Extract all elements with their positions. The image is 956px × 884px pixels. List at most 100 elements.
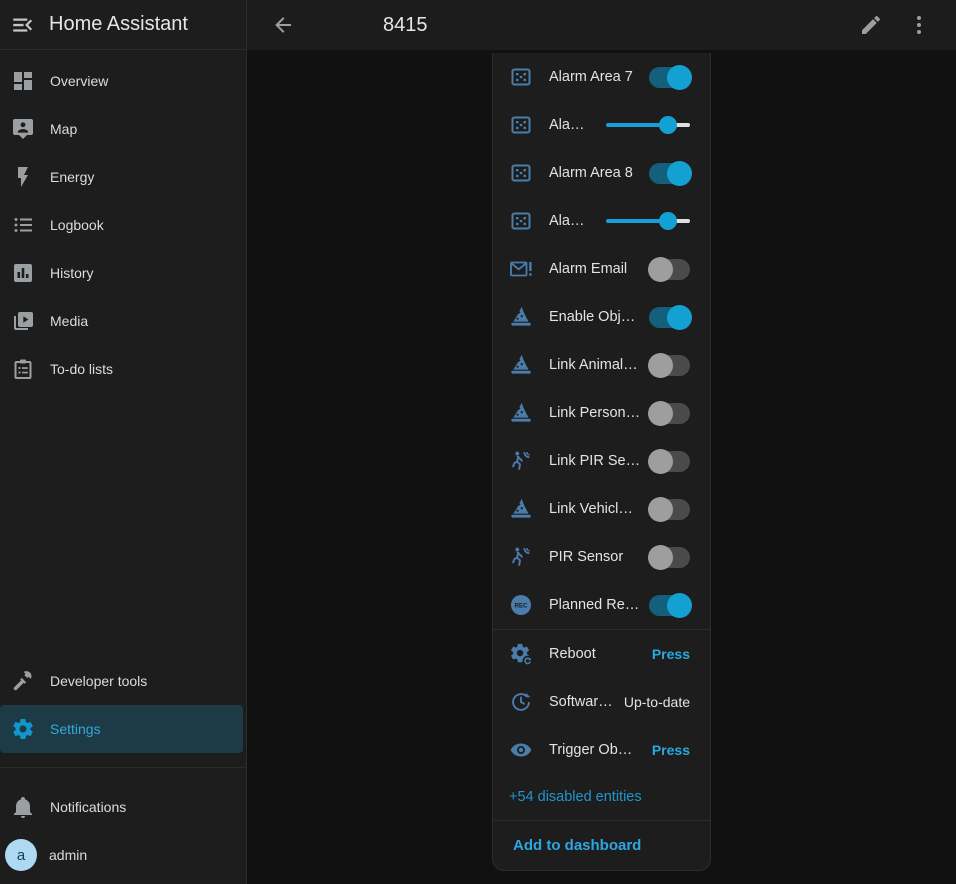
sidebar-item-to-do-lists[interactable]: To-do lists bbox=[0, 345, 246, 393]
sidebar-bottom-nav: Developer toolsSettings bbox=[0, 657, 246, 753]
entity-row-alarm-area-8[interactable]: Alarm Area 8 bbox=[493, 149, 710, 197]
pencil-icon bbox=[859, 13, 883, 37]
record-rec-icon: REC bbox=[509, 593, 533, 617]
toggle-knob bbox=[667, 161, 692, 186]
entity-label: Reboot bbox=[549, 646, 652, 662]
edit-button[interactable] bbox=[859, 13, 883, 37]
slider-thumb[interactable] bbox=[659, 116, 677, 134]
sidebar-item-label: Logbook bbox=[50, 217, 104, 233]
entity-label: Planned Re… bbox=[549, 597, 649, 613]
toggle-switch[interactable] bbox=[649, 595, 690, 616]
sidebar-item-logbook[interactable]: Logbook bbox=[0, 201, 246, 249]
toggle-switch[interactable] bbox=[649, 403, 690, 424]
entity-label: Link Animal… bbox=[549, 357, 649, 373]
sidebar-item-media[interactable]: Media bbox=[0, 297, 246, 345]
press-button[interactable]: Press bbox=[652, 646, 690, 662]
entity-label: Link Vehicl… bbox=[549, 501, 649, 517]
wizard-hat-icon bbox=[509, 497, 533, 521]
toggle-switch[interactable] bbox=[649, 259, 690, 280]
entity-row-reboot[interactable]: RebootPress bbox=[493, 630, 710, 678]
entity-row-link-person[interactable]: Link Person… bbox=[493, 389, 710, 437]
entity-label: Ala… bbox=[549, 213, 606, 229]
sidebar-item-map[interactable]: Map bbox=[0, 105, 246, 153]
sidebar-item-overview[interactable]: Overview bbox=[0, 57, 246, 105]
entity-label: Alarm Email bbox=[549, 261, 649, 277]
dots-vertical-icon bbox=[907, 13, 931, 37]
sidebar-item-energy[interactable]: Energy bbox=[0, 153, 246, 201]
entity-row-alarm-area-7[interactable]: Alarm Area 7 bbox=[493, 53, 710, 101]
sidebar-spacer bbox=[0, 393, 246, 657]
toggle-switch[interactable] bbox=[649, 499, 690, 520]
entity-label: Softwar… bbox=[549, 694, 624, 710]
entity-row-ala[interactable]: Ala… bbox=[493, 197, 710, 245]
entity-row-softwar[interactable]: Softwar…Up-to-date bbox=[493, 678, 710, 726]
motion-sensor-icon bbox=[509, 545, 533, 569]
sidebar-item-notifications[interactable]: Notifications bbox=[0, 783, 246, 831]
entity-label: PIR Sensor bbox=[549, 549, 649, 565]
view-dashboard-icon bbox=[11, 69, 35, 93]
toggle-switch[interactable] bbox=[649, 163, 690, 184]
back-button[interactable] bbox=[271, 13, 295, 37]
sidebar-item-settings[interactable]: Settings bbox=[0, 705, 243, 753]
overflow-menu-button[interactable] bbox=[907, 13, 931, 37]
brightness-slider[interactable] bbox=[606, 115, 690, 135]
entity-row-pir-sensor[interactable]: PIR Sensor bbox=[493, 533, 710, 581]
toggle-switch[interactable] bbox=[649, 355, 690, 376]
entity-row-link-vehicl[interactable]: Link Vehicl… bbox=[493, 485, 710, 533]
arrow-left-icon bbox=[271, 13, 295, 37]
texture-box-icon bbox=[509, 209, 533, 233]
sidebar-item-history[interactable]: History bbox=[0, 249, 246, 297]
disabled-entities-link[interactable]: +54 disabled entities bbox=[493, 774, 710, 820]
sidebar-header: Home Assistant bbox=[0, 0, 246, 50]
wizard-hat-icon bbox=[509, 305, 533, 329]
toggle-switch[interactable] bbox=[649, 67, 690, 88]
chart-box-icon bbox=[11, 261, 35, 285]
page-title: 8415 bbox=[383, 14, 428, 37]
slider-thumb[interactable] bbox=[659, 212, 677, 230]
texture-box-icon bbox=[509, 113, 533, 137]
sidebar: Home Assistant OverviewMap Energy Logbook H… bbox=[0, 0, 247, 884]
toggle-switch[interactable] bbox=[649, 547, 690, 568]
sidebar-item-label: History bbox=[50, 265, 94, 281]
app-title: Home Assistant bbox=[49, 13, 188, 36]
sidebar-toggle-button[interactable] bbox=[10, 12, 36, 38]
brightness-slider[interactable] bbox=[606, 211, 690, 231]
sidebar-footer: Notifications a admin bbox=[0, 783, 246, 884]
app-root: Home Assistant OverviewMap Energy Logbook H… bbox=[0, 0, 956, 884]
sidebar-item-label: To-do lists bbox=[50, 361, 113, 377]
entity-row-enable-obj[interactable]: Enable Obj… bbox=[493, 293, 710, 341]
entity-label: Link PIR Se… bbox=[549, 453, 649, 469]
sidebar-item-label: Notifications bbox=[50, 799, 126, 815]
entity-label: Ala… bbox=[549, 117, 606, 133]
entity-row-ala[interactable]: Ala… bbox=[493, 101, 710, 149]
toggle-switch[interactable] bbox=[649, 451, 690, 472]
press-button[interactable]: Press bbox=[652, 742, 690, 758]
eye-icon bbox=[509, 738, 533, 762]
entity-label: Enable Obj… bbox=[549, 309, 649, 325]
texture-box-icon bbox=[509, 65, 533, 89]
entity-row-link-pir-se[interactable]: Link PIR Se… bbox=[493, 437, 710, 485]
hammer-icon bbox=[11, 669, 35, 693]
entity-row-link-animal[interactable]: Link Animal… bbox=[493, 341, 710, 389]
email-alert-icon bbox=[509, 257, 533, 281]
entity-label: Trigger Ob… bbox=[549, 742, 652, 758]
entity-row-alarm-email[interactable]: Alarm Email bbox=[493, 245, 710, 293]
map-account-icon bbox=[11, 117, 35, 141]
entity-label: Alarm Area 7 bbox=[549, 69, 649, 85]
toggle-switch[interactable] bbox=[649, 307, 690, 328]
lightning-bolt-icon bbox=[11, 165, 35, 189]
user-name: admin bbox=[49, 847, 87, 863]
toggle-knob bbox=[648, 353, 673, 378]
entity-row-trigger-ob[interactable]: Trigger Ob…Press bbox=[493, 726, 710, 774]
wizard-hat-icon bbox=[509, 401, 533, 425]
sidebar-item-label: Energy bbox=[50, 169, 94, 185]
add-to-dashboard-button[interactable]: Add to dashboard bbox=[493, 821, 710, 870]
toggle-knob bbox=[648, 497, 673, 522]
entity-row-planned-re[interactable]: REC Planned Re… bbox=[493, 581, 710, 629]
sidebar-item-developer-tools[interactable]: Developer tools bbox=[0, 657, 246, 705]
main-area: 8415 Alarm Area 7 Ala… Alarm Area 8 Ala… Ala… bbox=[247, 0, 956, 884]
toggle-knob bbox=[667, 593, 692, 618]
toggle-knob bbox=[667, 65, 692, 90]
entity-label: Link Person… bbox=[549, 405, 649, 421]
sidebar-item-user[interactable]: a admin bbox=[0, 831, 246, 879]
